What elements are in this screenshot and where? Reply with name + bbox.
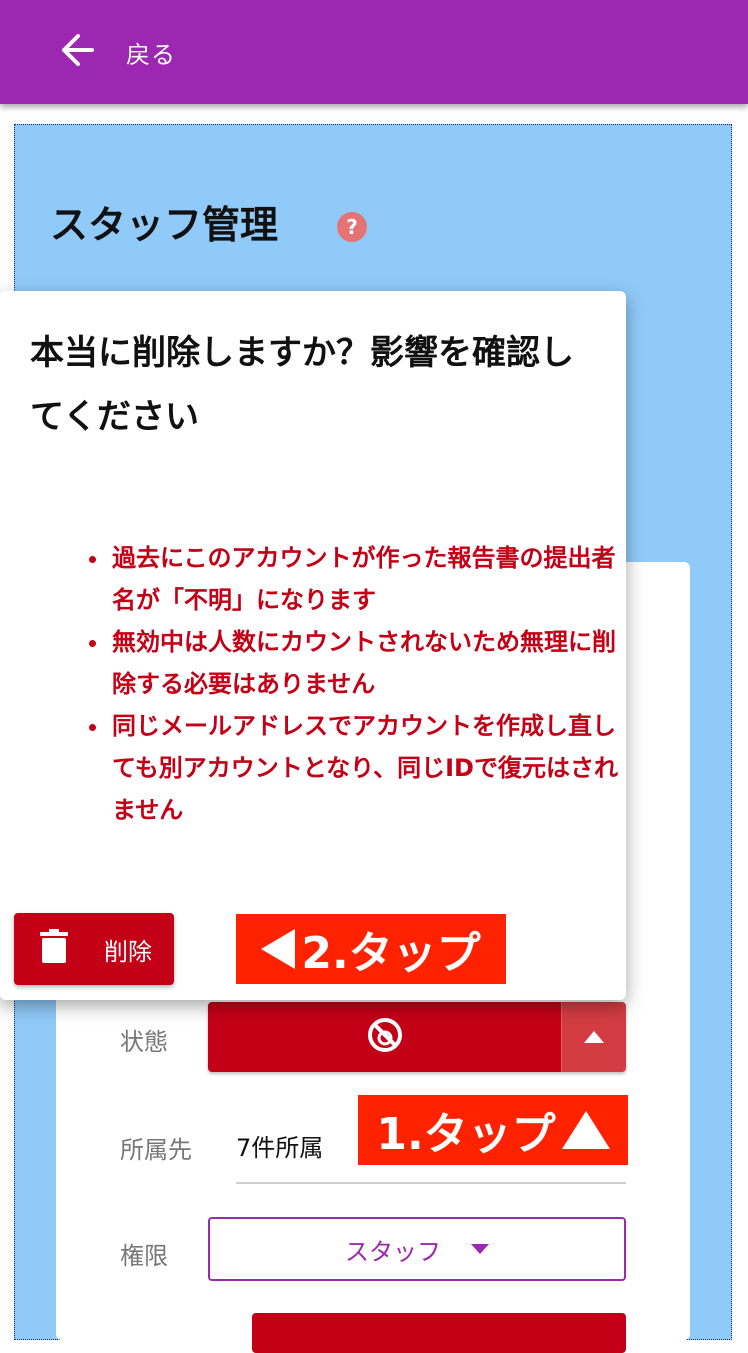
status-expand-button[interactable] [561,1002,626,1072]
back-label: 戻る [126,40,176,69]
status-label: 状態 [120,1028,168,1056]
back-button[interactable]: 戻る [56,26,216,78]
bottom-action-button[interactable] [252,1313,626,1353]
arrow-left-icon [56,30,96,74]
delete-button[interactable]: 削除 [14,913,174,985]
dialog-title: 本当に削除しますか？影響を確認してください [30,333,574,437]
warning-item: 過去にこのアカウントが作った報告書の提出者名が「不明」になります [110,537,630,621]
role-value: スタッフ [345,1237,441,1266]
page-title: スタッフ管理 [50,203,279,247]
triangle-up-icon [584,1028,604,1047]
chevron-down-icon [471,1244,489,1254]
affiliation-label: 所属先 [120,1136,192,1164]
app-bar: 戻る [0,0,748,104]
role-select[interactable]: スタッフ [208,1217,626,1281]
callout-step-2-label: 2.タップ [301,928,481,979]
warning-item: 同じメールアドレスでアカウントを作成し直しても別アカウントとなり、同じIDで復元… [110,705,630,831]
ban-icon [365,1015,405,1059]
triangle-left-icon [261,929,296,969]
trash-icon [14,929,68,969]
callout-step-1-label: 1.タップ [376,1109,556,1160]
callout-step-2: 2.タップ [236,914,506,984]
affiliation-value[interactable]: 7件所属 [236,1128,323,1163]
callout-step-1: 1.タップ [358,1095,628,1165]
role-label: 権限 [120,1242,168,1270]
status-select[interactable] [208,1002,626,1072]
status-value[interactable] [208,1002,561,1072]
warning-item: 無効中は人数にカウントされないため無理に削除する必要はありません [110,621,630,705]
help-icon[interactable]: ? [337,212,367,242]
triangle-up-icon [561,1111,610,1149]
delete-label: 削除 [104,937,152,966]
affiliation-underline [236,1182,626,1184]
delete-confirm-dialog: 本当に削除しますか？影響を確認してください 過去にこのアカウントが作った報告書の… [0,291,626,1000]
dialog-warning-list: 過去にこのアカウントが作った報告書の提出者名が「不明」になります 無効中は人数に… [80,537,630,831]
